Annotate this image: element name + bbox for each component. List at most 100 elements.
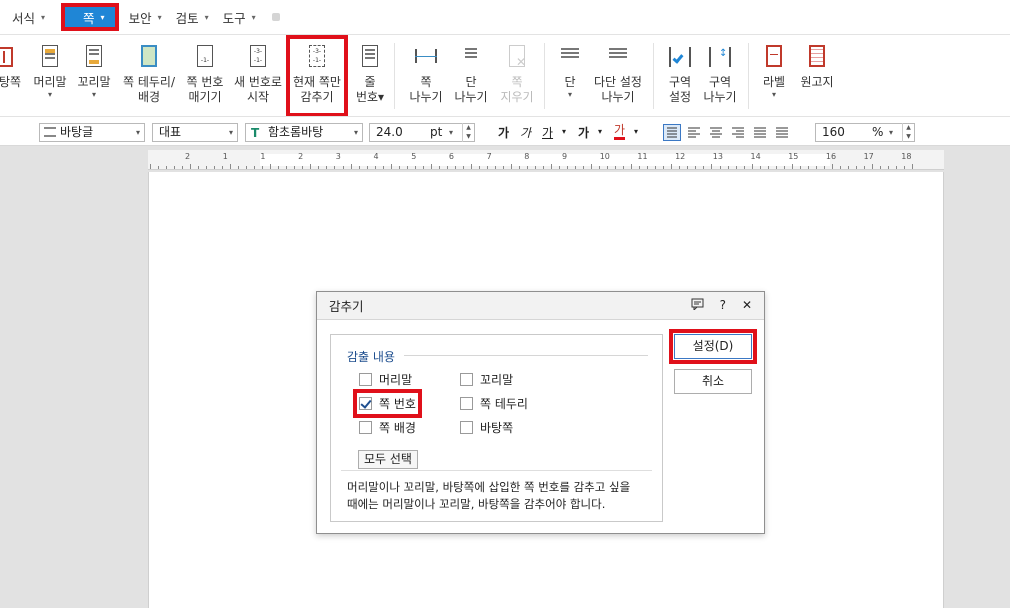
align-right-icon[interactable] [730, 125, 746, 140]
menu-security[interactable]: 보안 ▾ [129, 6, 162, 28]
menu-page[interactable]: 쪽 ▾ [61, 3, 119, 31]
checkbox-label: 머리말 [379, 373, 413, 387]
ruler-tick [759, 166, 761, 169]
ruler-tick [286, 166, 288, 169]
header-icon [39, 45, 61, 71]
chevron-down-icon: ▾ [100, 12, 105, 22]
checkbox-footer[interactable]: 꼬리말 [460, 371, 513, 388]
ruler-number: 9 [562, 152, 568, 161]
chevron-down-icon[interactable]: ▾ [562, 127, 566, 136]
checkbox-page-border[interactable]: 쪽 테두리 [460, 395, 528, 412]
hide-dialog: 감추기 ? ✕ 감출 내용 머리말 꼬리말 쪽 번호 쪽 테두리 쪽 배경 바탕… [316, 291, 765, 534]
header-button[interactable]: 머리말 ▾ [30, 39, 70, 113]
label-caret: ▾ [771, 90, 776, 99]
ok-button[interactable]: 설정(D) [669, 329, 757, 364]
ruler-tick [551, 164, 553, 169]
ruler-number: 2 [298, 152, 304, 161]
ruler-tick [663, 166, 665, 169]
checkbox-master-page[interactable]: 바탕쪽 [460, 419, 513, 436]
multi-column-break-button[interactable]: 다단 설정 나누기 [590, 39, 646, 113]
chevron-down-icon[interactable]: ▾ [634, 127, 638, 136]
new-number-button[interactable]: -3- -1- 새 번호로 시작 [232, 39, 284, 113]
ruler-tick [342, 166, 344, 169]
comment-icon[interactable] [691, 298, 704, 313]
font-size-stepper[interactable]: ▲ ▼ [462, 123, 474, 142]
font-color-button[interactable]: 가 [614, 124, 626, 140]
close-button[interactable]: ✕ [742, 298, 752, 313]
master-page-button[interactable]: 탕쪽 [0, 39, 24, 113]
chevron-down-icon[interactable]: ▾ [598, 127, 602, 136]
strike-button[interactable]: 가 [578, 124, 589, 141]
page-border-button[interactable]: 쪽 테두리/ 배경 [118, 39, 180, 113]
ruler-tick [302, 166, 304, 169]
description-line-2: 때에는 머리말이나 꼬리말, 바탕쪽을 감추어야 합니다. [347, 497, 606, 511]
ruler-tick [294, 166, 296, 169]
page-number-icon: -1- [194, 45, 216, 71]
zoom-stepper[interactable]: ▲ ▼ [902, 123, 914, 142]
italic-button[interactable]: 가 [520, 124, 531, 141]
font-select[interactable]: T 함초롬바탕 ▾ [245, 123, 363, 142]
ruler-number: 13 [712, 152, 723, 161]
ruler-tick [414, 166, 416, 169]
hide-content-group: 감출 내용 머리말 꼬리말 쪽 번호 쪽 테두리 쪽 배경 바탕쪽 모두 선택 [330, 334, 663, 522]
align-divide-icon[interactable] [774, 125, 790, 140]
label-button[interactable]: 라벨 ▾ [756, 39, 792, 113]
align-left-icon[interactable] [686, 125, 702, 140]
align-justify-button[interactable] [663, 124, 681, 141]
menu-tools[interactable]: 도구 ▾ [223, 6, 256, 28]
ruler-tick [743, 166, 745, 169]
manuscript-paper-button[interactable]: 원고지 [794, 39, 840, 113]
extension-icon[interactable] [270, 11, 284, 23]
section-break-button[interactable]: ↕ 구역 나누기 [700, 39, 740, 113]
select-all-button[interactable]: 모두 선택 [358, 450, 418, 469]
menu-page-label: 쪽 [83, 10, 95, 26]
checkbox-page-number[interactable]: 쪽 번호 [353, 389, 422, 418]
language-value: 대표 [159, 125, 182, 139]
ruler-tick [446, 166, 448, 169]
checkbox-page-background[interactable]: 쪽 배경 [359, 419, 416, 436]
footer-button[interactable]: 꼬리말 ▾ [74, 39, 114, 113]
page-number-button[interactable]: -1- 쪽 번호 매기기 [182, 39, 228, 113]
zoom-input[interactable]: 160 % ▾ ▲ ▼ [815, 123, 915, 142]
checkbox-label: 꼬리말 [480, 373, 514, 387]
help-button[interactable]: ? [720, 298, 726, 313]
description-line-1: 머리말이나 꼬리말, 바탕쪽에 삽입한 쪽 번호를 감추고 싶을 [347, 480, 631, 494]
line-number-button[interactable]: 줄 번호▾ [352, 39, 388, 113]
align-distribute-icon[interactable] [752, 125, 768, 140]
ruler-tick [438, 166, 440, 169]
ruler-tick [350, 164, 352, 169]
hide-current-page-label1: 현재 쪽만 [293, 75, 341, 89]
columns-caret: ▾ [567, 90, 572, 99]
menu-format[interactable]: 서식 ▾ [12, 6, 45, 28]
menu-review[interactable]: 검토 ▾ [176, 6, 209, 28]
style-select[interactable]: 바탕글 ▾ [39, 123, 145, 142]
cancel-button[interactable]: 취소 [674, 369, 752, 394]
ruler-tick [711, 164, 713, 169]
language-select[interactable]: 대표 ▾ [152, 123, 238, 142]
bold-button[interactable]: 가 [498, 124, 509, 141]
ribbon-toolbar: 탕쪽 머리말 ▾ 꼬리말 ▾ 쪽 테두리/ 배경 -1- 쪽 번호 매기기 -3… [0, 34, 1010, 117]
section-settings-button[interactable]: 구역 설정 [660, 39, 700, 113]
columns-icon [559, 45, 581, 71]
chevron-down-icon: ▾ [157, 12, 162, 22]
ruler-tick [879, 166, 881, 169]
font-value: 함초롬바탕 [268, 125, 324, 139]
page-break-button[interactable]: 쪽 나누기 [402, 39, 450, 113]
align-center-icon[interactable] [708, 125, 724, 140]
checkbox-label: 쪽 번호 [379, 397, 416, 411]
ruler-tick [591, 164, 593, 169]
checkbox-box [460, 397, 473, 410]
ribbon-divider [394, 43, 395, 109]
font-size-value: 24.0 [376, 125, 403, 139]
ruler-tick [543, 166, 545, 169]
hide-current-page-button[interactable]: -3- -1- 현재 쪽만 감추기 [286, 35, 348, 117]
label-label: 라벨 [762, 75, 786, 89]
ruler-tick [871, 164, 873, 169]
underline-button[interactable]: 가 [542, 124, 553, 141]
font-size-input[interactable]: 24.0 pt ▾ ▲ ▼ [369, 123, 475, 142]
column-break-button[interactable]: 단 나누기 [448, 39, 494, 113]
columns-button[interactable]: 단 ▾ [552, 39, 588, 113]
delete-page-button[interactable]: ✕ 쪽 지우기 [496, 39, 538, 113]
checkbox-header[interactable]: 머리말 [359, 371, 412, 388]
horizontal-ruler[interactable]: 2 1 1 2 3 4 5 6 7 8 9 10 11 12 13 14 15 16 17 18 [148, 150, 944, 170]
